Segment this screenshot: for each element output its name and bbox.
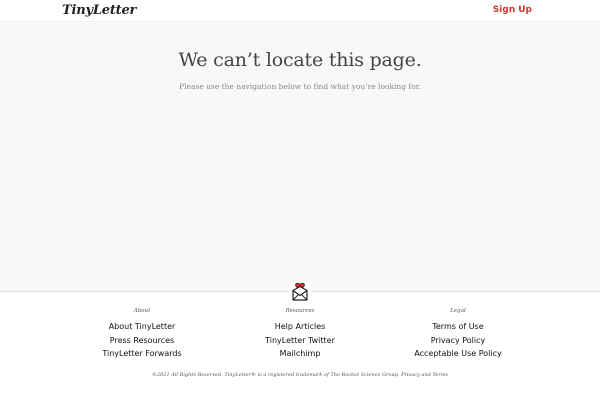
footer-link-help-articles[interactable]: Help Articles [220, 320, 380, 334]
footer-link-tinyletter-forwards[interactable]: TinyLetter Forwards [62, 347, 222, 361]
page-subtext: Please use the navigation below to find … [179, 82, 421, 91]
copyright-notice: ©2021 All Rights Reserved. TinyLetter® i… [0, 372, 600, 378]
footer-navigation: About About TinyLetter Press Resources T… [0, 306, 600, 366]
footer-column-legal: Legal Terms of Use Privacy Policy Accept… [378, 306, 538, 361]
copyright-text: ©2021 All Rights Reserved. TinyLetter® i… [151, 372, 400, 378]
copyright-terms-link[interactable]: Terms [432, 372, 448, 378]
footer-column-about: About About TinyLetter Press Resources T… [62, 306, 222, 361]
footer-link-mailchimp[interactable]: Mailchimp [220, 347, 380, 361]
copyright-privacy-link[interactable]: Privacy [401, 372, 420, 378]
footer-link-privacy-policy[interactable]: Privacy Policy [378, 334, 538, 348]
footer-column-resources: Resources Help Articles TinyLetter Twitt… [220, 306, 380, 361]
copyright-and-text: and [421, 372, 431, 378]
footer-link-about-tinyletter[interactable]: About TinyLetter [62, 320, 222, 334]
footer-link-acceptable-use-policy[interactable]: Acceptable Use Policy [378, 347, 538, 361]
footer-link-press-resources[interactable]: Press Resources [62, 334, 222, 348]
main-content: We can’t locate this page. Please use th… [0, 23, 600, 291]
footer-heading-legal: Legal [450, 308, 466, 314]
page-title: We can’t locate this page. [178, 49, 422, 71]
envelope-heart-icon [289, 281, 311, 303]
footer-heading-resources: Resources [285, 308, 315, 314]
footer-link-tinyletter-twitter[interactable]: TinyLetter Twitter [220, 334, 380, 348]
footer-heading-about: About [133, 308, 151, 314]
tinyletter-logo[interactable]: TinyLetter [62, 3, 136, 18]
sign-up-link[interactable]: Sign Up [493, 5, 532, 15]
top-navigation-bar: TinyLetter Sign Up [0, 0, 600, 22]
footer-link-terms-of-use[interactable]: Terms of Use [378, 320, 538, 334]
